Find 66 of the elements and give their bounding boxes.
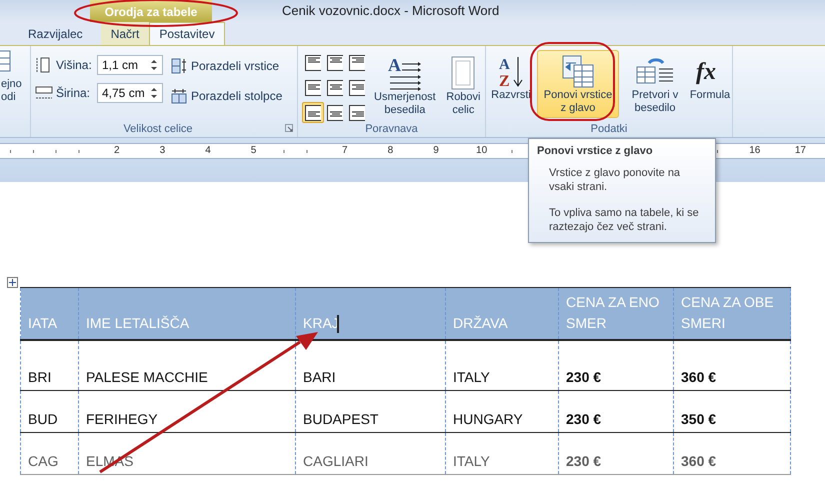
cell-alignment-button[interactable]: [302, 77, 324, 98]
width-field[interactable]: 4,75 cm: [97, 83, 163, 103]
column-header: DRŽAVA: [446, 288, 558, 340]
cell-alignment-button[interactable]: [346, 52, 368, 73]
cell-alignment-button[interactable]: [324, 77, 346, 98]
cell-alignment-button[interactable]: [302, 52, 324, 73]
column-header: CENA ZA ENO SMER: [558, 288, 674, 340]
distribute-rows-icon: [171, 58, 187, 74]
table-cell: 350 €: [674, 390, 790, 432]
text-cursor: [337, 315, 339, 333]
ribbon-tab[interactable]: Načrt: [100, 22, 150, 45]
cell-alignment-button[interactable]: [302, 102, 324, 123]
spinner-icon: [150, 58, 158, 72]
repeat-rows-icon: [560, 53, 596, 89]
table-move-handle-icon[interactable]: [7, 277, 18, 288]
cell-alignment-button[interactable]: [346, 102, 368, 123]
cell-margins-icon: [449, 55, 478, 91]
table-cell: 360 €: [674, 432, 790, 474]
distribute-rows-button[interactable]: Porazdeli vrstice: [171, 55, 282, 77]
group-label: Poravnava: [364, 123, 419, 137]
table-cell: CAG: [20, 432, 78, 474]
column-header: IME LETALIŠČA: [78, 288, 296, 340]
text-direction-button[interactable]: A Usmerjenost besedila: [372, 52, 438, 123]
window-title: Cenik vozovnic.docx - Microsoft Word: [282, 2, 500, 20]
height-field[interactable]: 1,1 cm: [97, 55, 163, 75]
distribute-columns-icon: [171, 88, 187, 104]
table-cell: BUD: [20, 390, 78, 432]
table-cell: 230 €: [558, 432, 674, 474]
table-cell: HUNGARY: [446, 390, 558, 432]
column-header: CENA ZA OBE SMERI: [674, 288, 790, 340]
table-cell: PALESE MACCHIE: [78, 340, 296, 390]
cut-off-button[interactable]: ejno odi: [0, 78, 30, 104]
tooltip-text: To vpliva samo na tabele, ki se raztezajo čez več strani.: [549, 206, 700, 234]
contextual-tab-label: Orodja za tabele: [90, 0, 212, 22]
height-label: Višina:: [56, 58, 93, 72]
table-cell: CAGLIARI: [296, 432, 446, 474]
table-icon: [0, 50, 12, 72]
distribute-columns-button[interactable]: Porazdeli stolpce: [171, 85, 282, 107]
table-cell: BRI: [20, 340, 78, 390]
cell-margins-button[interactable]: Robovi celic: [442, 52, 485, 123]
table-cell: 230 €: [558, 340, 674, 390]
width-label: Širina:: [56, 86, 92, 100]
ribbon-tab[interactable]: Razvijalec: [18, 22, 93, 45]
ribbon-button[interactable]: A Z Razvrsti: [488, 50, 534, 118]
table-cell: 230 €: [558, 390, 674, 432]
dialog-launcher-icon[interactable]: [285, 124, 293, 132]
table-cell: ITALY: [446, 340, 558, 390]
column-header: IATA: [20, 288, 78, 340]
cell-alignment-button[interactable]: [324, 52, 346, 73]
formula-icon: fx: [693, 53, 727, 89]
cell-alignment-button[interactable]: [346, 77, 368, 98]
table-cell: 360 €: [674, 340, 790, 390]
ribbon-tab[interactable]: Postavitev: [149, 22, 225, 45]
tooltip-title: Ponovi vrstice z glavo: [537, 145, 654, 157]
ribbon-button[interactable]: fx Formula: [687, 50, 733, 118]
spinner-icon: [150, 86, 158, 100]
ribbon-button[interactable]: Pretvori v besedilo: [626, 50, 684, 118]
tooltip-text: Vrstice z glavo ponovite na vsaki strani.: [549, 166, 682, 194]
table-cell: BUDAPEST: [296, 390, 446, 432]
column-header: KRAJ: [296, 288, 446, 340]
table-cell: ITALY: [446, 432, 558, 474]
ribbon-button[interactable]: Ponovi vrstice z glavo: [537, 50, 619, 118]
group-label: Velikost celice: [122, 123, 194, 137]
cell-alignment-button[interactable]: [324, 102, 346, 123]
table-cell: FERIHEGY: [78, 390, 296, 432]
group-label: Podatki: [590, 123, 628, 137]
